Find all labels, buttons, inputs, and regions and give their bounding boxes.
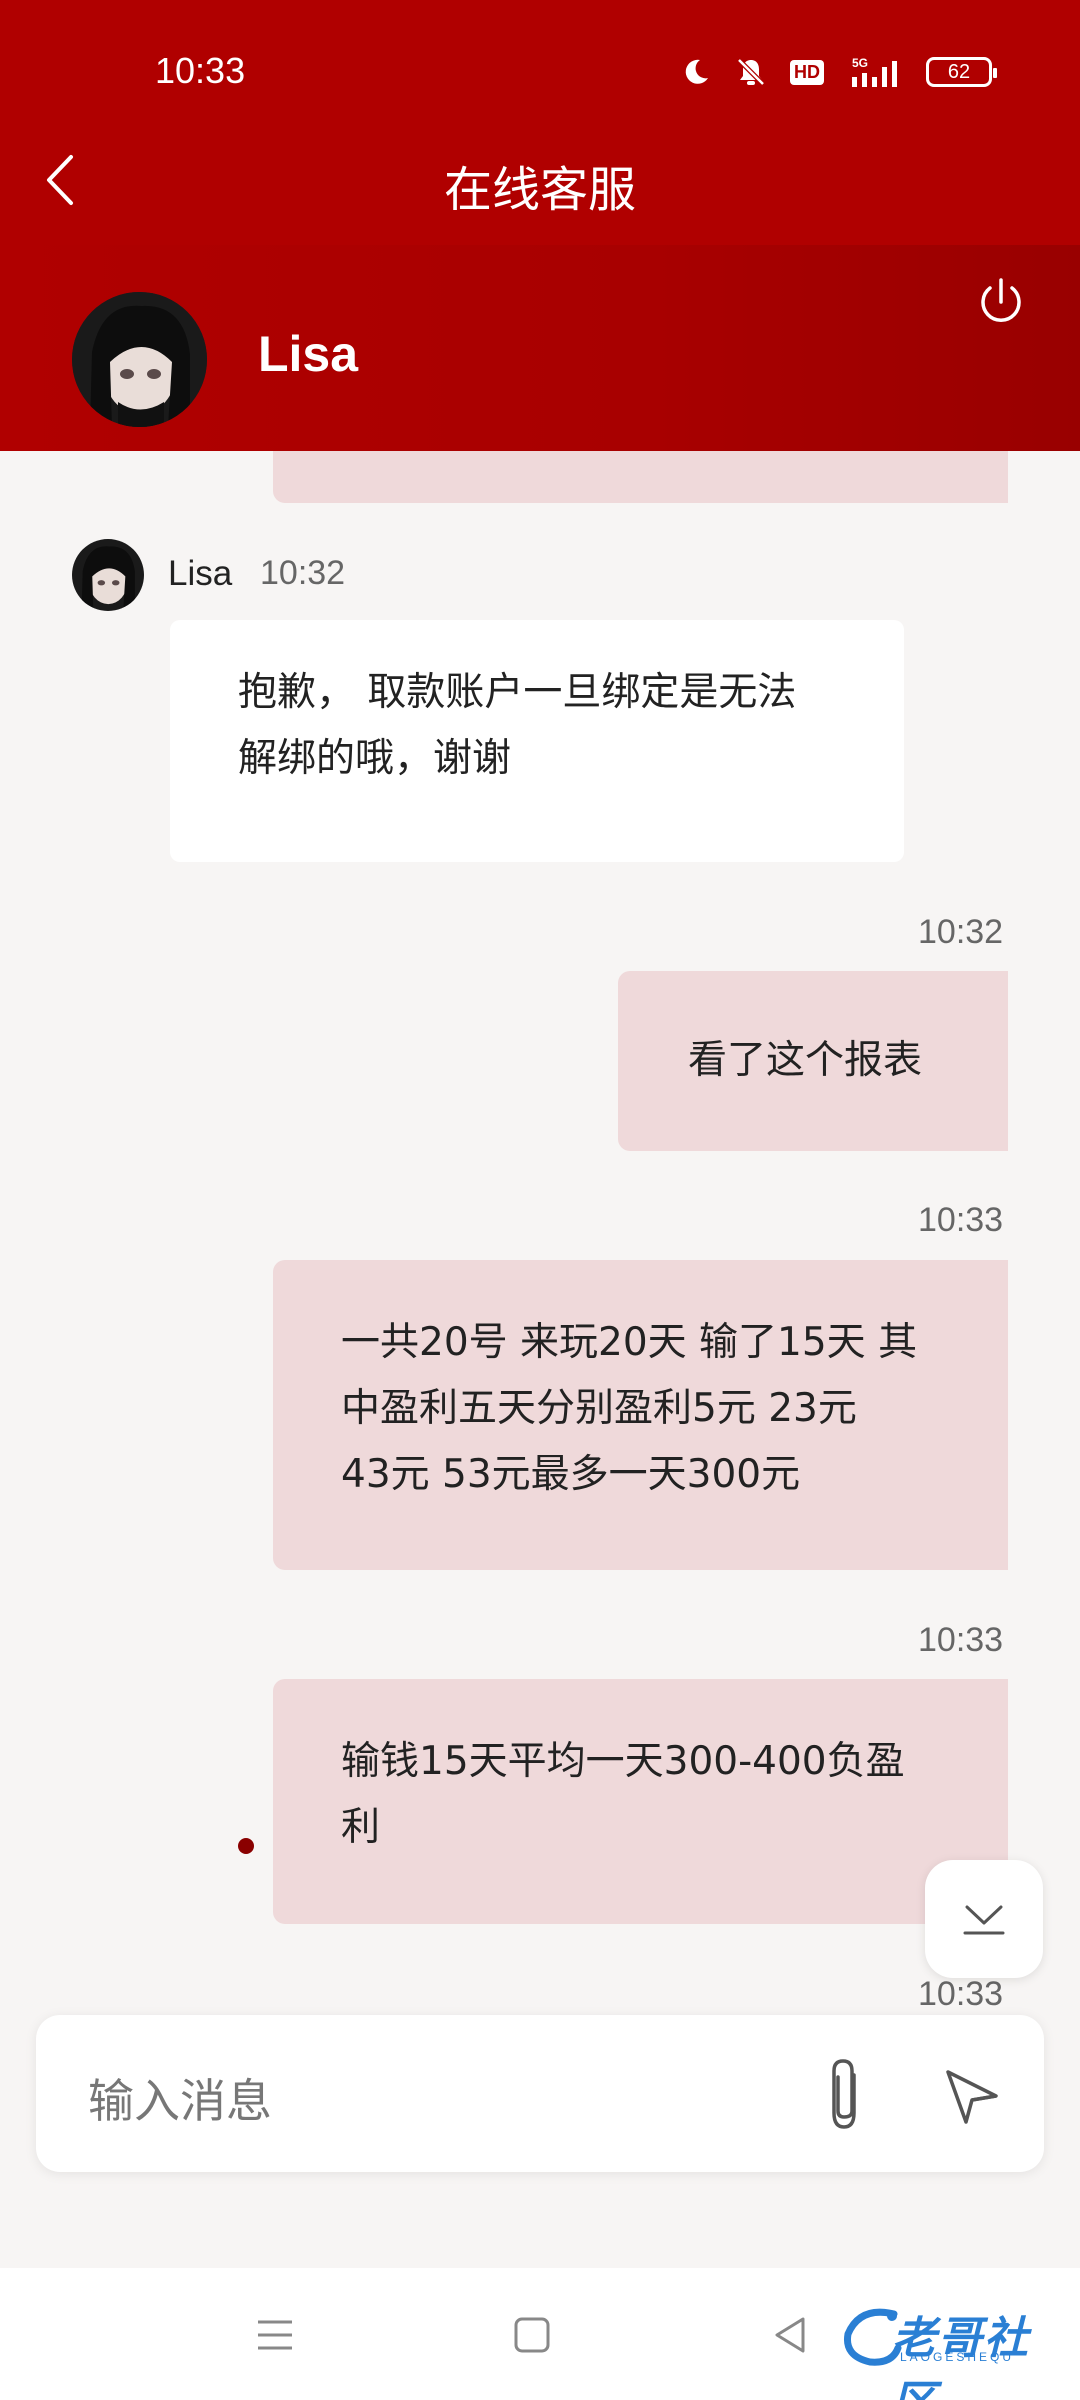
message-bubble-outgoing[interactable]: 一共20号 来玩20天 输了15天 其 中盈利五天分别盈利5元 23元 43元 … bbox=[273, 1260, 1008, 1570]
chat-area[interactable]: Lisa 10:32 抱歉， 取款账户一旦绑定是无法 解绑的哦，谢谢 10:32… bbox=[0, 451, 1080, 2006]
unread-dot bbox=[238, 1838, 254, 1854]
chevron-down-icon bbox=[963, 1905, 1005, 1935]
agent-avatar[interactable] bbox=[72, 292, 207, 427]
battery-level: 62 bbox=[947, 60, 971, 83]
moon-icon bbox=[685, 59, 708, 84]
message-time: 10:33 bbox=[918, 1975, 1004, 2006]
message-composer: 输入消息 bbox=[36, 2015, 1044, 2172]
message-bubble-incoming[interactable]: 抱歉， 取款账户一旦绑定是无法 解绑的哦，谢谢 bbox=[170, 620, 904, 862]
agent-avatar-small bbox=[72, 539, 144, 611]
watermark-subtext: LAOGESHEQU bbox=[900, 2350, 1015, 2364]
end-chat-button[interactable] bbox=[974, 275, 1028, 329]
signal-icon: 5G bbox=[852, 56, 897, 87]
message-text-line: 解绑的哦，谢谢 bbox=[238, 736, 512, 781]
hd-badge: HD bbox=[790, 59, 824, 85]
battery-indicator: 62 bbox=[926, 57, 997, 87]
attach-button[interactable] bbox=[816, 2055, 876, 2135]
scroll-to-bottom-button[interactable] bbox=[925, 1860, 1043, 1978]
message-text-line: 一共20号 来玩20天 输了15天 其 bbox=[341, 1320, 918, 1365]
message-time: 10:33 bbox=[918, 1621, 1004, 1659]
message-bubble-outgoing[interactable]: 看了这个报表 bbox=[618, 971, 1008, 1151]
message-text-line: 43元 53元最多一天300元 bbox=[341, 1452, 801, 1497]
message-text-line: 输钱15天平均一天300-400负盈 bbox=[341, 1739, 905, 1784]
square-icon bbox=[514, 2317, 550, 2353]
message-text-line: 中盈利五天分别盈利5元 23元 bbox=[341, 1386, 857, 1431]
send-icon bbox=[946, 2070, 998, 2124]
message-text-line: 利 bbox=[341, 1805, 381, 1850]
message-bubble-outgoing[interactable]: 输钱15天平均一天300-400负盈 利 bbox=[273, 1679, 1008, 1924]
mute-bell-icon bbox=[737, 58, 765, 86]
home-button[interactable] bbox=[507, 2310, 557, 2360]
message-text-line: 看了这个报表 bbox=[688, 1038, 923, 1083]
message-sender: Lisa bbox=[168, 554, 233, 593]
menu-button[interactable] bbox=[250, 2310, 300, 2360]
message-text-line: 抱歉， 取款账户一旦绑定是无法 bbox=[238, 670, 797, 715]
status-icons: HD 5G 62 bbox=[680, 50, 997, 94]
triangle-back-icon bbox=[775, 2317, 805, 2353]
agent-name: Lisa bbox=[258, 326, 359, 382]
status-time: 10:33 bbox=[155, 50, 246, 91]
message-time: 10:32 bbox=[918, 913, 1004, 951]
power-icon bbox=[981, 278, 1021, 322]
page-title: 在线客服 bbox=[443, 162, 636, 218]
message-time: 10:32 bbox=[260, 554, 346, 592]
watermark: 老哥社区 LAOGESHEQU bbox=[840, 2300, 1070, 2400]
send-button[interactable] bbox=[936, 2060, 1006, 2130]
message-input[interactable]: 输入消息 bbox=[88, 2065, 272, 2131]
network-label: 5G bbox=[852, 56, 868, 70]
message-time: 10:33 bbox=[918, 1201, 1004, 1239]
back-nav-button[interactable] bbox=[765, 2310, 815, 2360]
menu-icon bbox=[258, 2320, 292, 2350]
avatar-image bbox=[72, 292, 207, 427]
avatar-image bbox=[72, 539, 144, 611]
paperclip-icon bbox=[832, 2059, 856, 2129]
message-bubble-partial bbox=[273, 451, 1008, 503]
